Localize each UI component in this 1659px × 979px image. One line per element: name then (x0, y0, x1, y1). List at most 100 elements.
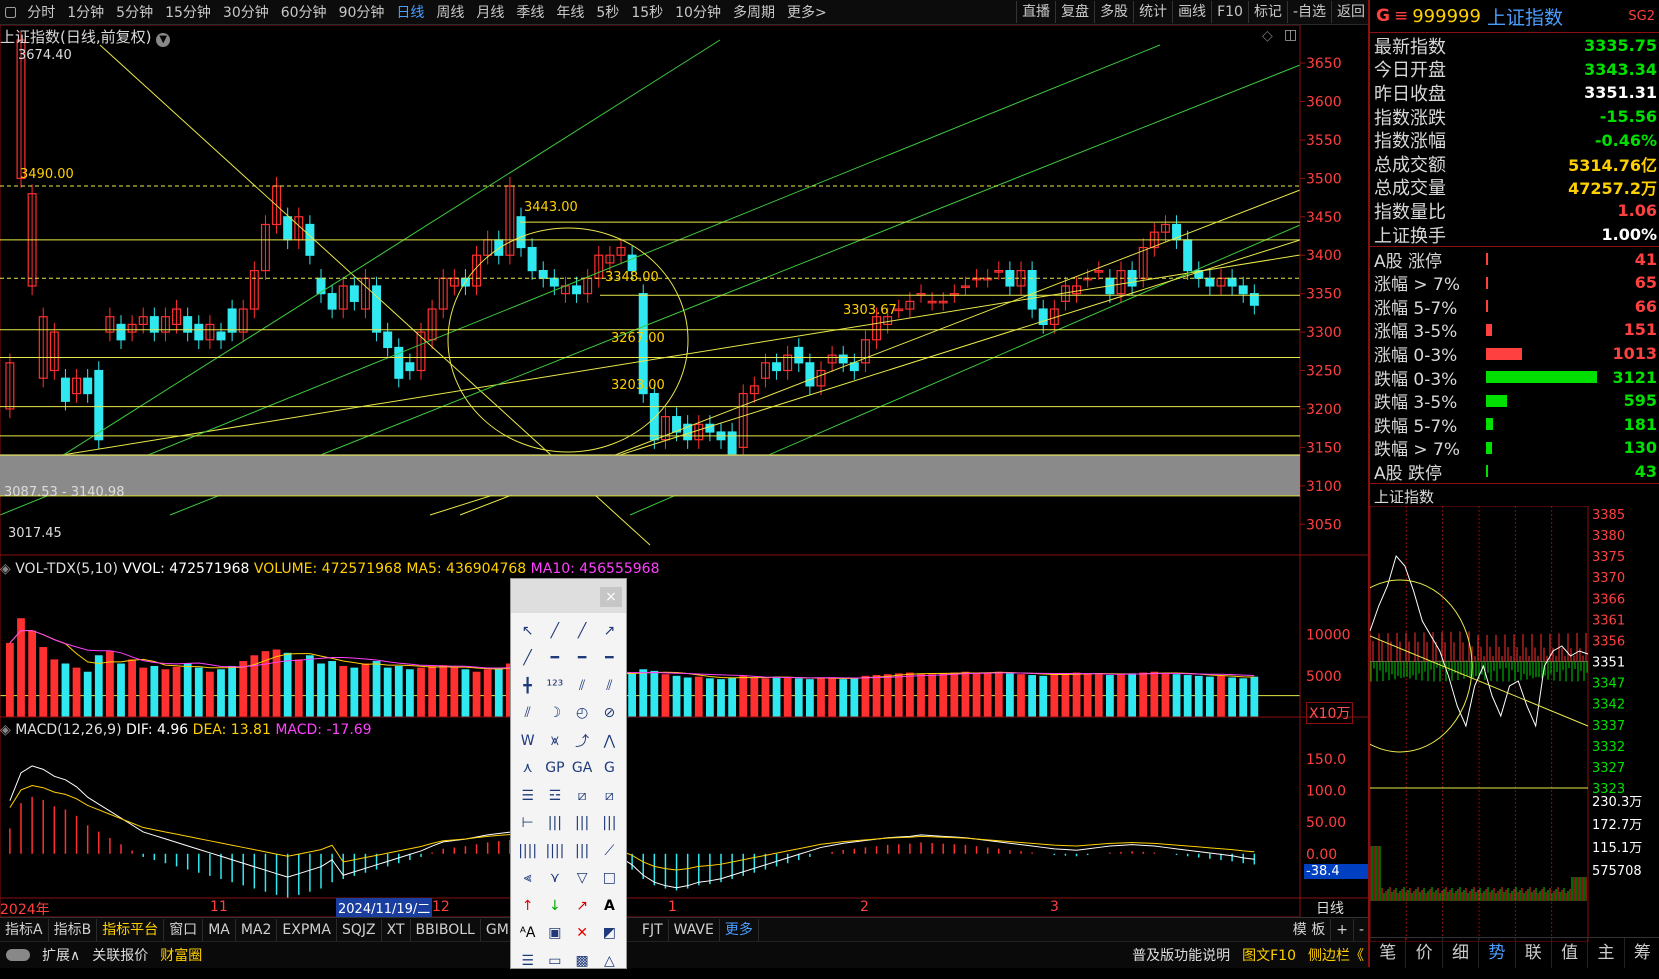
diamond-icon[interactable]: ◇ (1262, 28, 1273, 44)
quote-tab-5[interactable]: 值 (1552, 938, 1589, 968)
palette-tool-icon[interactable]: □ (596, 865, 623, 893)
template-button-1[interactable]: + (1331, 919, 1354, 941)
indicator-11[interactable]: FJT (637, 919, 669, 941)
expand-button[interactable]: 扩展∧ (36, 945, 86, 965)
palette-tool-icon[interactable]: |||| (514, 837, 541, 865)
palette-tool-icon[interactable]: ▽ (569, 865, 596, 893)
period-tab-4[interactable]: 30分钟 (217, 2, 275, 22)
indicator-7[interactable]: SQJZ (337, 919, 382, 941)
palette-tool-icon[interactable]: ||| (569, 837, 596, 865)
quote-tab-4[interactable]: 联 (1516, 938, 1552, 968)
palette-tool-icon[interactable]: ▭ (541, 947, 568, 975)
period-tab-5[interactable]: 60分钟 (275, 2, 333, 22)
palette-tool-icon[interactable]: ⫽ (596, 672, 623, 700)
period-tab-3[interactable]: 15分钟 (159, 2, 217, 22)
indicator-5[interactable]: MA2 (236, 919, 278, 941)
palette-tool-icon[interactable]: ▩ (569, 947, 596, 975)
toolbar-button-7[interactable]: -自选 (1286, 1, 1331, 23)
toolbar-button-3[interactable]: 统计 (1133, 1, 1172, 23)
toolbar-button-6[interactable]: 标记 (1247, 1, 1287, 23)
quote-tab-2[interactable]: 细 (1443, 938, 1480, 968)
period-tab-12[interactable]: 5秒 (590, 2, 625, 22)
f10-link[interactable]: 图文F10 (1236, 945, 1302, 965)
palette-tool-icon[interactable]: ◴ (569, 700, 596, 728)
palette-tool-icon[interactable]: W (514, 727, 541, 755)
quote-tab-6[interactable]: 主 (1588, 938, 1625, 968)
palette-tool-icon[interactable]: ⤴ (569, 727, 596, 755)
sidebar-link[interactable]: 侧边栏《 (1302, 945, 1370, 965)
palette-tool-icon[interactable]: ¹²³ (541, 672, 568, 700)
palette-tool-icon[interactable]: ━ (596, 645, 623, 673)
indicator-1[interactable]: 指标B (49, 919, 98, 941)
palette-tool-icon[interactable]: ✕ (569, 920, 596, 948)
palette-tool-icon[interactable]: ⧄ (569, 782, 596, 810)
quote-tab-3[interactable]: 势 (1479, 938, 1516, 968)
period-tab-10[interactable]: 季线 (510, 2, 550, 22)
period-tab-9[interactable]: 月线 (470, 2, 510, 22)
quote-tab-7[interactable]: 筹 (1625, 938, 1659, 968)
indicator-8[interactable]: XT (382, 919, 411, 941)
palette-tool-icon[interactable]: ↗ (596, 617, 623, 645)
palette-tool-icon[interactable]: ━ (541, 645, 568, 673)
palette-tool-icon[interactable]: GA (569, 755, 596, 783)
palette-tool-icon[interactable]: ━ (569, 645, 596, 673)
palette-tool-icon[interactable]: ╋ (514, 672, 541, 700)
period-tab-1[interactable]: 1分钟 (61, 2, 110, 22)
palette-tool-icon[interactable]: ||| (596, 810, 623, 838)
palette-tool-icon[interactable]: ⫷ (514, 865, 541, 893)
toggle-switch[interactable] (6, 949, 30, 961)
palette-tool-icon[interactable]: ╱ (541, 617, 568, 645)
palette-tool-icon[interactable]: ☲ (541, 782, 568, 810)
palette-tool-icon[interactable]: ▣ (541, 920, 568, 948)
palette-tool-icon[interactable]: ⊢ (514, 810, 541, 838)
palette-tool-icon[interactable]: ╱ (514, 645, 541, 673)
period-tab-14[interactable]: 10分钟 (669, 2, 727, 22)
period-tab-16[interactable]: 更多> (781, 2, 833, 22)
indicator-2[interactable]: 指标平台 (97, 919, 165, 941)
palette-tool-icon[interactable]: ||| (541, 810, 568, 838)
template-button-0[interactable]: 模 板 (1288, 919, 1332, 941)
indicator-9[interactable]: BBIBOLL (411, 919, 481, 941)
indicator-0[interactable]: 指标A (0, 919, 49, 941)
menu-icon[interactable]: ≡ (1394, 6, 1408, 26)
palette-tool-icon[interactable]: ☽ (541, 700, 568, 728)
palette-tool-icon[interactable]: ↖ (514, 617, 541, 645)
palette-tool-icon[interactable]: ⟋ (596, 837, 623, 865)
palette-tool-icon[interactable]: ⧄ (596, 782, 623, 810)
palette-tool-icon[interactable]: ⫽ (569, 672, 596, 700)
window-icon[interactable]: ◫ (1284, 27, 1297, 43)
palette-tool-icon[interactable]: ↗ (569, 892, 596, 920)
quote-tab-1[interactable]: 价 (1406, 938, 1443, 968)
palette-tool-icon[interactable]: ↓ (541, 892, 568, 920)
period-tab-0[interactable]: 分时 (21, 2, 61, 22)
quote-tab-0[interactable]: 笔 (1370, 938, 1407, 968)
palette-tool-icon[interactable]: ⋀ (596, 727, 623, 755)
period-tab-15[interactable]: 多周期 (727, 2, 781, 22)
period-tab-13[interactable]: 15秒 (625, 2, 669, 22)
indicator-3[interactable]: 窗口 (164, 919, 204, 941)
palette-tool-icon[interactable]: ⋏ (514, 755, 541, 783)
related-quote-button[interactable]: 关联报价 (86, 945, 154, 965)
dropdown-icon[interactable]: ▼ (156, 33, 171, 47)
intraday-chart[interactable]: 3385 3380 3375 3370 3366 3361 3356 3351 3347 3342… (1327, 505, 1659, 943)
indicator-4[interactable]: MA (203, 919, 236, 941)
palette-tool-icon[interactable]: ||| (569, 810, 596, 838)
sidebar-toggle-icon[interactable]: ▢ (0, 4, 21, 20)
palette-header[interactable]: × (511, 579, 626, 613)
period-tab-7[interactable]: 日线 (390, 2, 430, 22)
palette-tool-icon[interactable]: △ (596, 947, 623, 975)
palette-tool-icon[interactable]: ⩙ (541, 727, 568, 755)
palette-tool-icon[interactable]: ↑ (514, 892, 541, 920)
indicator-6[interactable]: EXPMA (277, 919, 337, 941)
palette-tool-icon[interactable]: ╱ (569, 617, 596, 645)
feature-help-link[interactable]: 普及版功能说明 (1126, 945, 1236, 965)
toolbar-button-5[interactable]: F10 (1211, 1, 1248, 23)
palette-tool-icon[interactable]: GP (541, 755, 568, 783)
palette-close-button[interactable]: × (600, 587, 622, 607)
main-chart[interactable]: 3650 3600 3550 3500 3450 3400 3350 3300 3250 3200… (0, 25, 1368, 917)
palette-tool-icon[interactable]: |||| (541, 837, 568, 865)
toolbar-button-2[interactable]: 多股 (1094, 1, 1133, 23)
period-tab-6[interactable]: 90分钟 (333, 2, 391, 22)
palette-tool-icon[interactable]: ◩ (596, 920, 623, 948)
toolbar-button-1[interactable]: 复盘 (1055, 1, 1094, 23)
